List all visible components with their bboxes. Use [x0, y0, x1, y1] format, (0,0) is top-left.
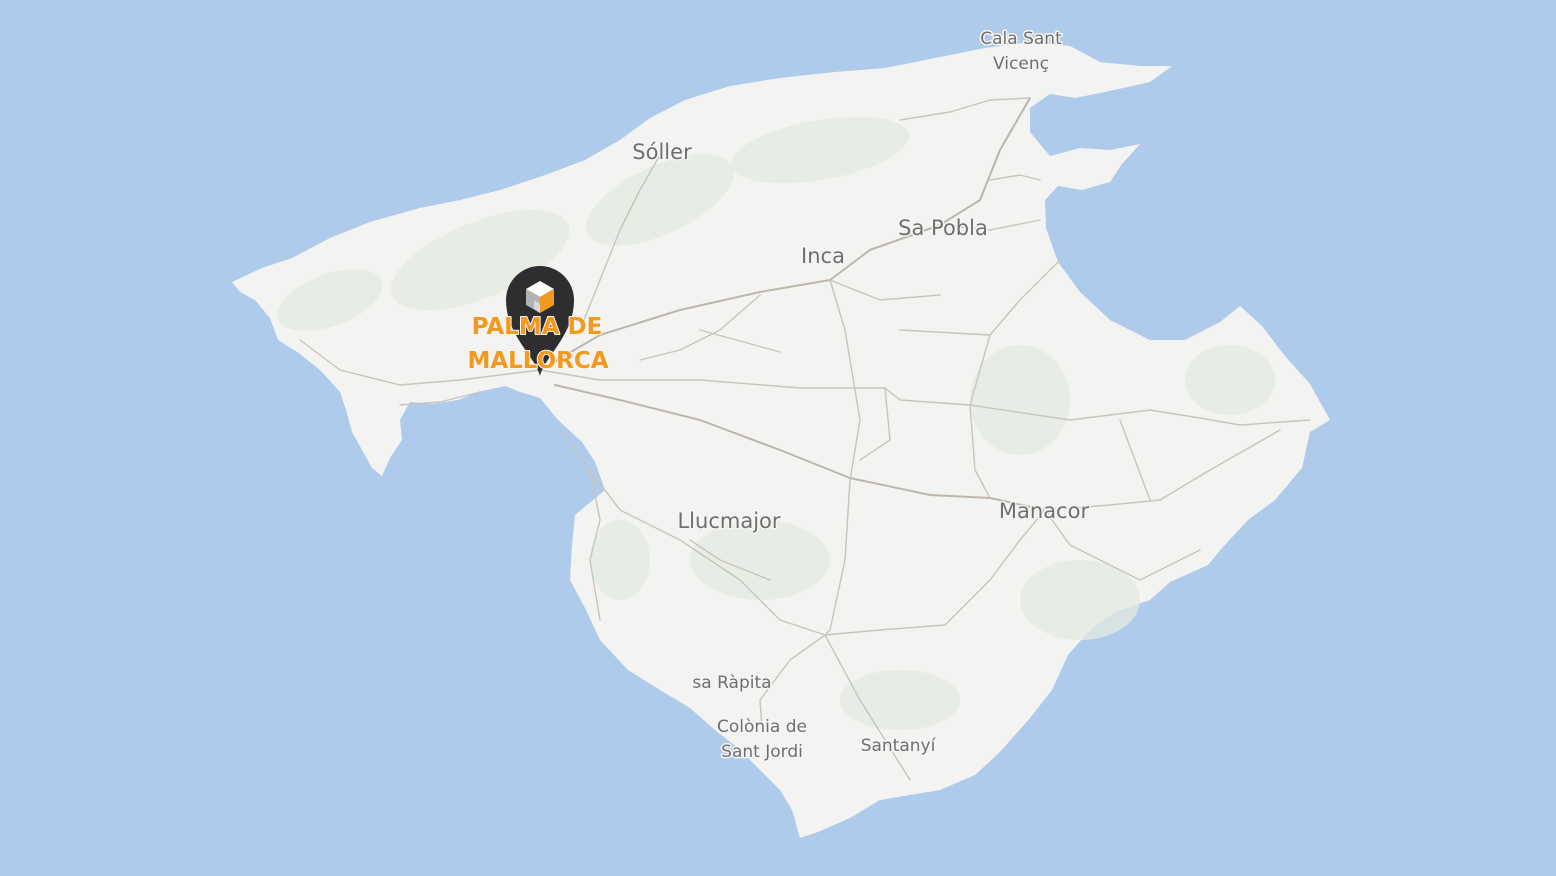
town-label-manacor: Manacor — [999, 499, 1090, 523]
town-label-cala-sant-vicenc-line2: Vicenç — [993, 54, 1049, 74]
town-label-colonia-line2: Sant Jordi — [721, 742, 803, 762]
town-label-cala-sant-vicenc-line1: Cala Sant — [980, 29, 1062, 49]
map-canvas[interactable]: Cala Sant Vicenç Sóller Sa Pobla Inca Ll… — [0, 0, 1556, 876]
town-label-llucmajor: Llucmajor — [677, 509, 780, 533]
town-label-soller: Sóller — [632, 140, 692, 164]
marker-label-line1: PALMA DE — [472, 314, 603, 340]
town-label-santanyi: Santanyí — [861, 736, 937, 756]
town-label-colonia-line1: Colònia de — [717, 717, 807, 737]
town-label-inca: Inca — [801, 244, 845, 268]
town-label-sa-rapita: sa Ràpita — [692, 673, 771, 693]
town-label-sa-pobla: Sa Pobla — [898, 216, 988, 240]
marker-label-line2: MALLORCA — [467, 348, 608, 374]
